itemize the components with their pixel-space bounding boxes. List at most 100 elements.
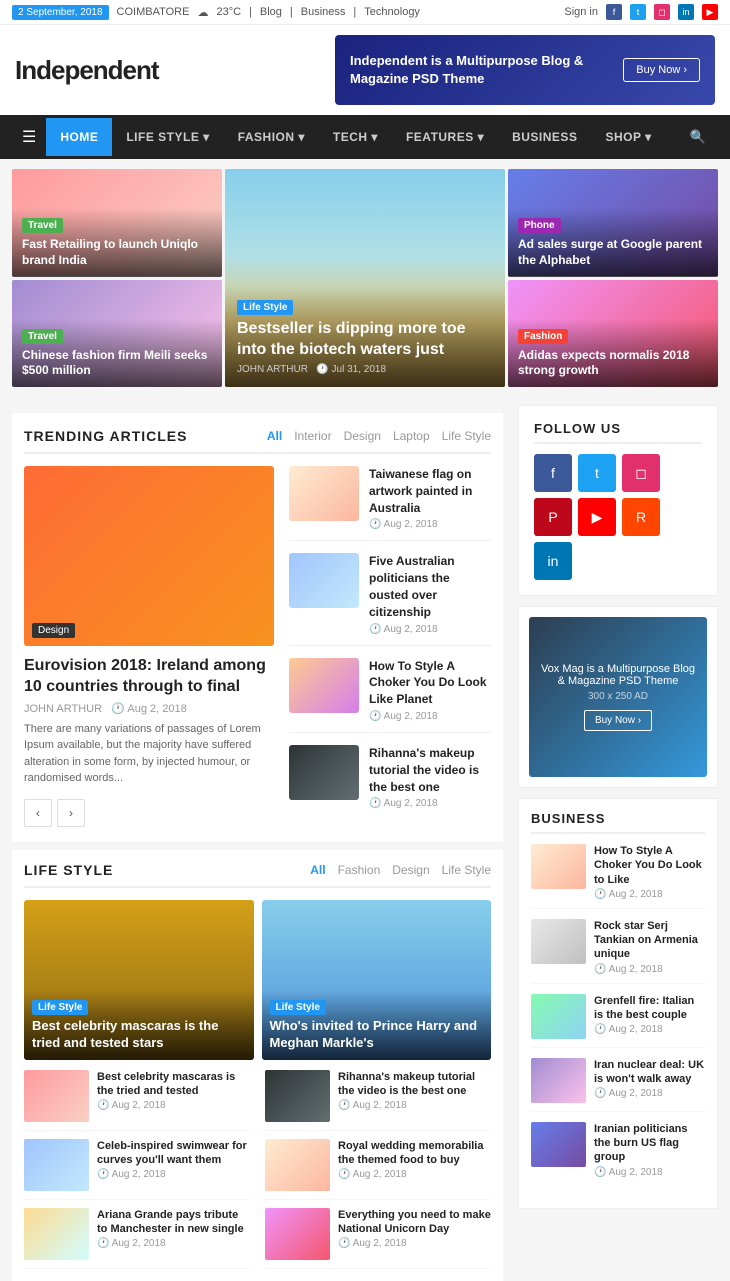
lifestyle-tab-design[interactable]: Design [392, 863, 429, 877]
hero-card1-title: Fast Retailing to launch Uniqlo brand In… [22, 237, 212, 268]
lifestyle-title: LIFE STYLE [24, 862, 113, 878]
social-instagram-btn[interactable]: ◻ [622, 454, 660, 492]
trending-item-title: Five Australian politicians the ousted o… [369, 553, 491, 620]
site-logo[interactable]: Independent [15, 55, 159, 86]
trending-tab-interior[interactable]: Interior [294, 429, 331, 443]
lifestyle-card-1[interactable]: Life Style Best celebrity mascaras is th… [24, 900, 254, 1060]
hero-card3-tag: Phone [518, 218, 561, 233]
trending-main-text: There are many variations of passages of… [24, 721, 274, 787]
ad-buy-btn[interactable]: Buy Now › [584, 710, 652, 731]
social-ig-icon[interactable]: ◻ [654, 4, 670, 20]
lifestyle-card-2[interactable]: Life Style Who's invited to Prince Harry… [262, 900, 492, 1060]
business-item-title: Grenfell fire: Italian is the best coupl… [594, 994, 705, 1023]
ls-item-img [24, 1208, 89, 1260]
list-item[interactable]: How To Style A Choker You Do Look Like P… [289, 658, 491, 733]
list-item[interactable]: Ariana Grande pays tribute to Manchester… [24, 1208, 250, 1269]
trending-tabs: All Interior Design Laptop Life Style [267, 429, 491, 443]
social-facebook-btn[interactable]: f [534, 454, 572, 492]
list-item[interactable]: Everything you need to make National Uni… [265, 1208, 491, 1269]
pagination: ‹ › [24, 799, 274, 827]
list-item[interactable]: Celeb-inspired swimwear for curves you'l… [24, 1139, 250, 1200]
social-reddit-btn[interactable]: R [622, 498, 660, 536]
social-tw-icon[interactable]: t [630, 4, 646, 20]
top-bar-blog[interactable]: Blog [260, 6, 282, 18]
list-item[interactable]: Best celebrity mascaras is the tried and… [24, 1070, 250, 1131]
trending-layout: Design Eurovision 2018: Ireland among 10… [24, 466, 491, 827]
top-bar-date: 2 September, 2018 [12, 5, 109, 20]
top-bar-temp: 23°C [216, 6, 241, 18]
nav-fashion[interactable]: FASHION ▾ [224, 118, 319, 156]
ls-item-date: 🕐 Aug 2, 2018 [97, 1100, 250, 1111]
top-bar-business[interactable]: Business [301, 6, 346, 18]
next-page-btn[interactable]: › [57, 799, 85, 827]
lifestyle-tab-fashion[interactable]: Fashion [338, 863, 381, 877]
hero-card3-title: Ad sales surge at Google parent the Alph… [518, 237, 708, 268]
hero-card4-tag: Fashion [518, 329, 568, 344]
nav-home[interactable]: HOME [46, 118, 112, 156]
header-buy-btn[interactable]: Buy Now › [623, 58, 700, 82]
list-item[interactable]: Rihanna's makeup tutorial the video is t… [289, 745, 491, 819]
trending-item-title: How To Style A Choker You Do Look Like P… [369, 658, 491, 708]
trending-item-img [289, 745, 359, 800]
trending-tab-laptop[interactable]: Laptop [393, 429, 430, 443]
trending-tab-design[interactable]: Design [344, 429, 381, 443]
hamburger-icon[interactable]: ☰ [12, 115, 46, 159]
hero-card-1[interactable]: Travel Fast Retailing to launch Uniqlo b… [12, 169, 222, 277]
hero-center-author: JOHN ARTHUR [237, 364, 308, 375]
list-item[interactable]: Royal wedding memorabilia the themed foo… [265, 1139, 491, 1200]
trending-main-img: Design [24, 466, 274, 646]
top-bar-sep3: | [353, 6, 356, 18]
business-title: BUSINESS [531, 811, 705, 834]
lifestyle-card2-title: Who's invited to Prince Harry and Meghan… [270, 1018, 484, 1052]
trending-tab-lifestyle[interactable]: Life Style [442, 429, 491, 443]
hero-center[interactable]: Life Style Bestseller is dipping more to… [225, 169, 505, 387]
list-item[interactable]: How To Style A Choker You Do Look to Lik… [531, 844, 705, 909]
social-li-icon[interactable]: in [678, 4, 694, 20]
ls-item-date: 🕐 Aug 2, 2018 [338, 1169, 491, 1180]
list-item[interactable]: Iranian politicians the burn US flag gro… [531, 1122, 705, 1186]
ls-item-title: Best celebrity mascaras is the tried and… [97, 1070, 250, 1099]
nav-business[interactable]: BUSINESS [498, 118, 591, 156]
social-youtube-btn[interactable]: ▶ [578, 498, 616, 536]
sign-in-link[interactable]: Sign in [564, 6, 598, 18]
search-icon[interactable]: 🔍 [678, 117, 718, 157]
list-item[interactable]: Rock star Serj Tankian on Armenia unique… [531, 919, 705, 984]
trending-main-tag: Design [32, 623, 75, 638]
nav-tech[interactable]: TECH ▾ [319, 118, 392, 156]
content-wrap: TRENDING ARTICLES All Interior Design La… [0, 405, 730, 1281]
ls-item-title: Everything you need to make National Uni… [338, 1208, 491, 1237]
list-item[interactable]: Iran nuclear deal: UK is won't walk away… [531, 1058, 705, 1112]
top-bar-tech[interactable]: Technology [364, 6, 420, 18]
top-bar-sep2: | [290, 6, 293, 18]
nav-shop[interactable]: SHOP ▾ [591, 118, 665, 156]
lifestyle-tab-lifestyle[interactable]: Life Style [442, 863, 491, 877]
trending-main-title[interactable]: Eurovision 2018: Ireland among 10 countr… [24, 656, 274, 698]
hero-center-tag: Life Style [237, 300, 293, 315]
business-item-title: Iranian politicians the burn US flag gro… [594, 1122, 705, 1165]
list-item[interactable]: Five Australian politicians the ousted o… [289, 553, 491, 645]
trending-item-content: How To Style A Choker You Do Look Like P… [369, 658, 491, 722]
trending-item-img [289, 658, 359, 713]
trending-tab-all[interactable]: All [267, 429, 282, 443]
list-item[interactable]: Taiwanese flag on artwork painted in Aus… [289, 466, 491, 541]
social-fb-icon[interactable]: f [606, 4, 622, 20]
hero-card-2[interactable]: Travel Chinese fashion firm Meili seeks … [12, 280, 222, 388]
social-twitter-btn[interactable]: t [578, 454, 616, 492]
content-main: TRENDING ARTICLES All Interior Design La… [12, 405, 503, 1281]
hero-card-3[interactable]: Phone Ad sales surge at Google parent th… [508, 169, 718, 277]
social-pinterest-btn[interactable]: P [534, 498, 572, 536]
nav-lifestyle[interactable]: LIFE STYLE ▾ [112, 118, 223, 156]
social-linkedin-btn[interactable]: in [534, 542, 572, 580]
business-item-img [531, 994, 586, 1039]
lifestyle-tab-all[interactable]: All [310, 863, 325, 877]
social-yt-icon[interactable]: ▶ [702, 4, 718, 20]
prev-page-btn[interactable]: ‹ [24, 799, 52, 827]
nav-features[interactable]: FEATURES ▾ [392, 118, 498, 156]
sidebar-ad: Vox Mag is a Multipurpose Blog & Magazin… [518, 606, 718, 788]
list-item[interactable]: Grenfell fire: Italian is the best coupl… [531, 994, 705, 1048]
lifestyle-tabs: All Fashion Design Life Style [310, 863, 491, 877]
hero-card-4[interactable]: Fashion Adidas expects normalis 2018 str… [508, 280, 718, 388]
list-item[interactable]: Rihanna's makeup tutorial the video is t… [265, 1070, 491, 1131]
trending-item-content: Taiwanese flag on artwork painted in Aus… [369, 466, 491, 530]
top-bar: 2 September, 2018 COIMBATORE ☁ 23°C | Bl… [0, 0, 730, 25]
